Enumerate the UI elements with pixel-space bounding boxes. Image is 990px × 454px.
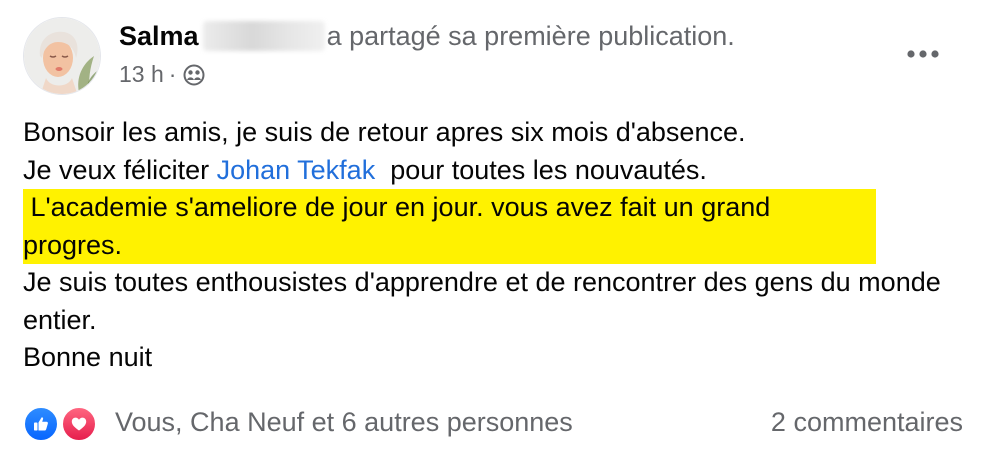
content-text: Je veux féliciter [23, 154, 217, 185]
mention-link[interactable]: Johan Tekfak [217, 155, 376, 185]
post-footer: Vous, Cha Neuf et 6 autres personnes 2 c… [23, 398, 963, 446]
post-meta: 13 h · [119, 59, 205, 89]
content-line: Je veux féliciter Johan Tekfak pour tout… [23, 152, 963, 190]
blurred-surname [202, 21, 325, 51]
author-avatar[interactable] [23, 17, 101, 95]
post-action-text: a partagé sa première publication. [326, 21, 735, 51]
like-icon [23, 406, 59, 442]
friends-icon[interactable] [183, 63, 205, 86]
post-content: Bonsoir les amis, je suis de retour apre… [23, 114, 963, 377]
comments-count-link[interactable]: 2 commentaires [771, 407, 963, 438]
post-time[interactable]: 13 h [119, 59, 164, 89]
more-horizontal-icon [907, 50, 939, 58]
content-line: Bonne nuit [23, 342, 153, 372]
reaction-icons [23, 404, 99, 442]
content-line: Bonsoir les amis, je suis de retour apre… [23, 117, 746, 147]
post-header: Salma a partagé sa première publication. [119, 19, 735, 53]
content-text: pour toutes les nouvautés. [375, 154, 707, 185]
highlighted-text: L'academie s'ameliore de jour en jour. v… [23, 189, 876, 264]
highlighted-line: L'academie s'ameliore de jour en jour. v… [23, 189, 963, 264]
content-line: Je suis toutes enthousistes d'apprendre … [23, 267, 941, 335]
facebook-post: Salma a partagé sa première publication. … [0, 0, 990, 454]
meta-separator: · [168, 61, 177, 87]
reactions-summary[interactable]: Vous, Cha Neuf et 6 autres personnes [23, 404, 573, 442]
more-options-button[interactable] [897, 36, 949, 72]
reactions-text[interactable]: Vous, Cha Neuf et 6 autres personnes [115, 407, 573, 438]
love-icon [61, 406, 97, 442]
avatar-image [24, 18, 100, 94]
author-name[interactable]: Salma [119, 21, 199, 51]
